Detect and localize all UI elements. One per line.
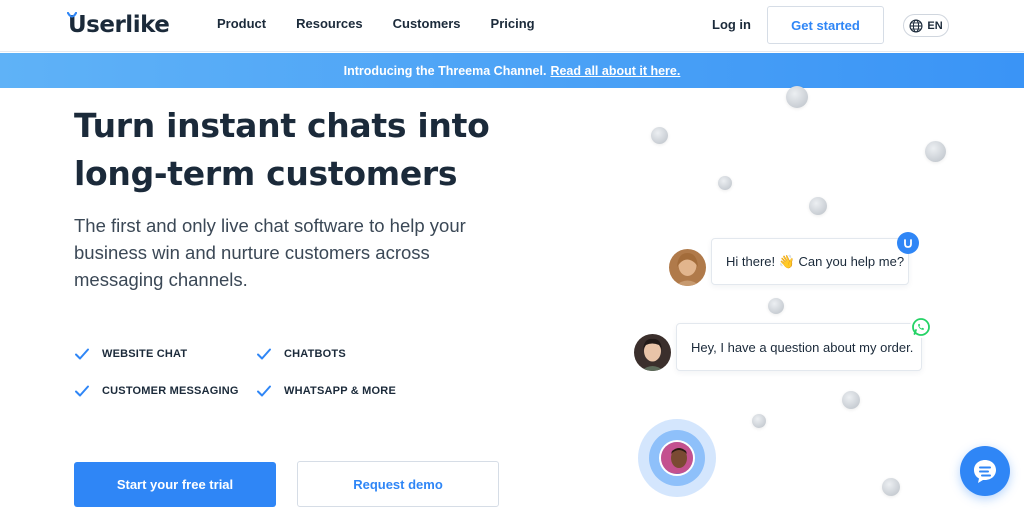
page: Userlike Product Resources Customers Pri… [0,0,1024,517]
userlike-icon [897,232,919,254]
logo-text: Userlike [68,12,170,38]
login-link[interactable]: Log in [712,17,751,32]
chat-message: Hey, I have a question about my order. [691,339,914,355]
checkmark-icon [75,348,89,360]
chat-bubble: Hi there! 👋 Can you help me? [711,238,909,285]
get-started-button[interactable]: Get started [767,6,884,44]
floating-avatar [718,176,732,190]
chat-icon [974,460,996,483]
whatsapp-icon [910,316,932,338]
top-navigation: Userlike Product Resources Customers Pri… [0,0,1024,52]
chat-message: Hi there! 👋 Can you help me? [726,253,905,269]
feature-label: WHATSAPP & MORE [284,385,396,397]
customer-avatar [634,334,671,371]
floating-avatar [768,298,784,314]
feature-label: WEBSITE CHAT [102,348,188,360]
nav-item-resources[interactable]: Resources [296,16,362,31]
floating-avatar [925,141,946,162]
main-nav: Product Resources Customers Pricing [217,16,565,31]
chat-bubble: Hey, I have a question about my order. [676,323,922,371]
feature-item: WEBSITE CHAT [74,346,256,362]
person-photo-icon [669,249,706,286]
feature-item: CUSTOMER MESSAGING [74,383,256,399]
start-free-trial-button[interactable]: Start your free trial [74,462,276,507]
banner-link[interactable]: Read all about it here. [550,64,680,78]
logo-mark-icon [67,12,77,18]
feature-label: CHATBOTS [284,348,346,360]
checkmark-icon [257,348,271,360]
floating-avatar [809,197,827,215]
language-selector[interactable]: EN [903,14,949,37]
announcement-banner: Introducing the Threema Channel. Read al… [0,53,1024,88]
feature-item: CHATBOTS [256,346,434,362]
nav-item-product[interactable]: Product [217,16,266,31]
userlike-logo[interactable]: Userlike [67,10,170,40]
floating-avatar [842,391,860,409]
language-label: EN [927,19,943,32]
agent-avatar [659,440,695,476]
floating-avatar [786,86,808,108]
feature-label: CUSTOMER MESSAGING [102,385,239,397]
floating-avatar [651,127,668,144]
banner-text: Introducing the Threema Channel. [343,63,547,78]
feature-item: WHATSAPP & MORE [256,383,434,399]
feature-list: WEBSITE CHAT CHATBOTS CUSTOMER MESSAGING… [74,346,434,399]
request-demo-button[interactable]: Request demo [297,461,499,507]
nav-item-pricing[interactable]: Pricing [491,16,535,31]
person-photo-icon [634,334,671,371]
checkmark-icon [75,385,89,397]
nav-item-customers[interactable]: Customers [393,16,461,31]
checkmark-icon [257,385,271,397]
customer-avatar [669,249,706,286]
floating-avatar [882,478,900,496]
hero-subtitle: The first and only live chat software to… [74,215,466,290]
floating-avatar [752,414,766,428]
hero-title: Turn instant chats into long-term custom… [74,106,490,193]
globe-icon [909,18,923,33]
chat-widget-button[interactable] [960,446,1010,496]
